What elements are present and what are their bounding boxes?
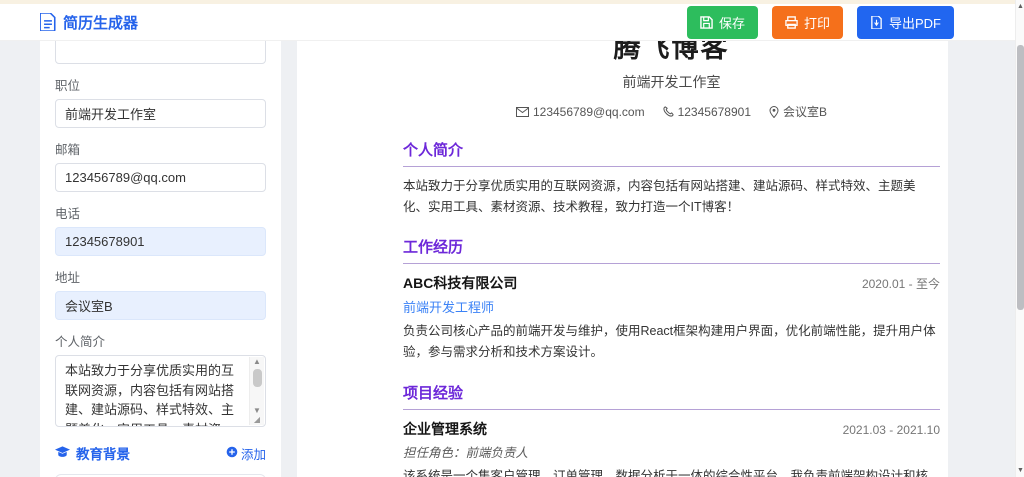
name-field-partial[interactable]	[55, 41, 266, 64]
app-window: 简历生成器 保存 打印 导出PDF 职位 邮箱 电话 地址 个人	[0, 0, 1024, 477]
resume-contact-row: 123456789@qq.com 12345678901 会议室B	[403, 103, 940, 120]
export-pdf-button[interactable]: 导出PDF	[856, 5, 954, 39]
editor-form-panel: 职位 邮箱 电话 地址 个人简介 本站致力于分享优质实用的互联网资源，内容包括有…	[40, 41, 281, 477]
plus-circle-icon	[226, 446, 238, 461]
save-button[interactable]: 保存	[686, 5, 758, 39]
education-section-header: 教育背景 添加	[55, 443, 266, 463]
phone-label: 电话	[55, 207, 81, 221]
section-title-work: 工作经历	[403, 236, 940, 265]
page-scrollbar[interactable]: ▲ ▼	[1015, 0, 1024, 477]
location-pin-icon	[769, 105, 779, 118]
bio-label: 个人简介	[55, 335, 106, 349]
phone-field[interactable]	[55, 227, 266, 256]
education-section-title: 教育背景	[55, 443, 130, 463]
resume-job-title: 前端开发工作室	[622, 74, 721, 90]
add-education-button[interactable]: 添加	[226, 444, 266, 463]
print-button[interactable]: 打印	[771, 5, 843, 39]
email-label: 邮箱	[55, 143, 81, 157]
app-header: 简历生成器 保存 打印 导出PDF	[0, 4, 1016, 41]
scrollbar-down-icon[interactable]: ▼	[1016, 467, 1024, 474]
graduation-cap-icon	[55, 445, 70, 461]
document-icon	[40, 13, 56, 31]
project-name: 企业管理系统	[403, 420, 487, 437]
app-logo: 简历生成器	[40, 12, 138, 33]
resume-preview-panel[interactable]: 腾飞博客 前端开发工作室 123456789@qq.com 1234567890…	[297, 41, 948, 477]
contact-phone: 12345678901	[662, 105, 751, 119]
address-field[interactable]	[55, 291, 266, 320]
phone-icon	[662, 106, 674, 117]
section-title-projects: 项目经验	[403, 382, 940, 410]
email-field[interactable]	[55, 163, 266, 192]
project-desc: 该系统是一个集客户管理、订单管理、数据分析于一体的综合性平台，我负责前端架构设计…	[403, 468, 929, 477]
position-label: 职位	[55, 79, 81, 93]
app-title: 简历生成器	[63, 14, 139, 32]
position-field[interactable]	[55, 99, 266, 128]
save-icon	[700, 15, 713, 29]
contact-email: 123456789@qq.com	[515, 105, 645, 119]
work-item: ABC科技有限公司 2020.01 - 至今 前端开发工程师 负责公司核心产品的…	[403, 273, 940, 362]
resume-name: 腾飞博客	[613, 41, 730, 63]
envelope-icon	[515, 106, 529, 117]
about-text: 本站致力于分享优质实用的互联网资源，内容包括有网站搭建、建站源码、样式特效、主题…	[403, 179, 916, 214]
project-date: 2021.03 - 2021.10	[842, 422, 940, 437]
scrollbar-thumb[interactable]	[1017, 45, 1024, 310]
project-item: 企业管理系统 2021.03 - 2021.10 担任角色：前端负责人 该系统是…	[403, 419, 940, 477]
header-actions: 保存 打印 导出PDF	[686, 5, 954, 39]
resize-grip-icon[interactable]: ◢	[254, 416, 260, 424]
bio-textarea[interactable]: 本站致力于分享优质实用的互联网资源，内容包括有网站搭建、建站源码、样式特效、主题…	[55, 355, 266, 427]
work-desc: 负责公司核心产品的前端开发与维护，使用React框架构建用户界面，优化前端性能，…	[403, 324, 936, 359]
scroll-thumb[interactable]	[252, 369, 262, 387]
scrollbar-up-icon[interactable]: ▲	[1016, 3, 1024, 10]
scroll-up-icon[interactable]: ▲	[253, 357, 261, 367]
bio-text: 本站致力于分享优质实用的互联网资源，内容包括有网站搭建、建站源码、样式特效、主题…	[65, 363, 235, 426]
project-role: 担任角色：前端负责人	[403, 445, 529, 460]
section-title-about: 个人简介	[403, 139, 940, 167]
work-company: ABC科技有限公司	[403, 275, 518, 292]
bio-textarea-scrollbar[interactable]: ▲ ▼ ◢	[249, 357, 264, 425]
pdf-file-icon	[870, 15, 883, 29]
printer-icon	[785, 15, 798, 29]
contact-address: 会议室B	[769, 103, 827, 120]
resume-page: 腾飞博客 前端开发工作室 123456789@qq.com 1234567890…	[297, 41, 948, 477]
address-label: 地址	[55, 271, 81, 285]
browser-top-strip	[0, 0, 1024, 4]
work-role: 前端开发工程师	[403, 300, 495, 316]
work-date: 2020.01 - 至今	[861, 277, 940, 292]
